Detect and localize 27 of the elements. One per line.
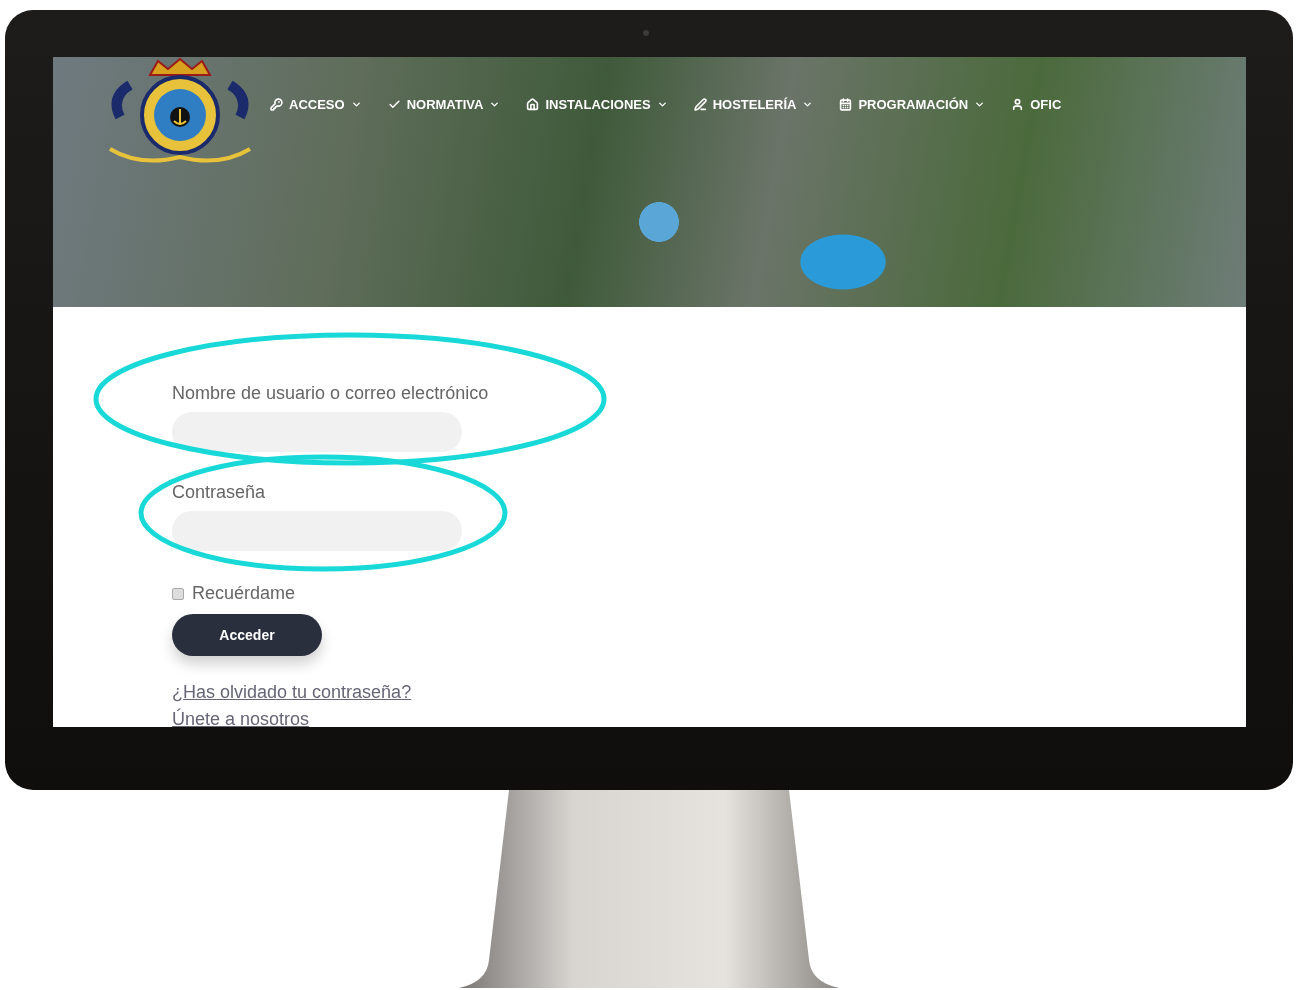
nav-link[interactable]: HOSTELERÍA <box>693 97 814 112</box>
text-link[interactable]: Únete a nosotros <box>172 709 412 727</box>
nav-link[interactable]: INSTALACIONES <box>526 97 668 112</box>
calendar-icon <box>839 98 853 111</box>
home-icon <box>526 98 540 111</box>
key-icon <box>270 98 283 111</box>
nav-link[interactable]: PROGRAMACIÓN <box>839 97 986 112</box>
remember-label: Recuérdame <box>192 583 296 604</box>
check-icon <box>387 98 401 111</box>
caret-icon <box>974 99 986 110</box>
user-icon <box>1011 98 1025 111</box>
username-field[interactable] <box>172 412 462 452</box>
caret-icon <box>350 99 362 110</box>
text-link[interactable]: ¿Has olvidado tu contraseña? <box>172 682 412 703</box>
nav-link[interactable]: OFIC <box>1011 97 1062 112</box>
caret-icon <box>802 99 814 110</box>
caret-icon <box>489 99 501 110</box>
pen-icon <box>693 98 707 111</box>
camera-icon <box>643 30 649 36</box>
caret-icon <box>656 99 668 110</box>
password-field[interactable] <box>172 511 462 551</box>
nav-link[interactable]: ACCESO <box>270 97 362 112</box>
remember-checkbox[interactable] <box>172 587 184 600</box>
login-button[interactable]: Acceder <box>172 614 322 656</box>
nav-link[interactable]: NORMATIVA <box>387 97 501 112</box>
password-label: Contraseña <box>172 482 266 503</box>
username-label: Nombre de usuario o correo electrónico <box>172 383 489 404</box>
